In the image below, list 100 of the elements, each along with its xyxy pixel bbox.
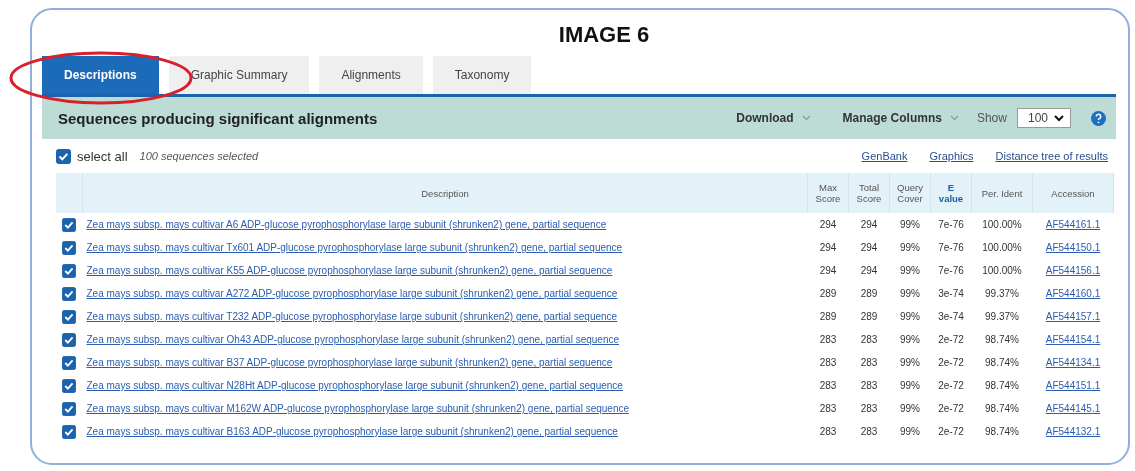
table-cell: 99% bbox=[889, 213, 931, 236]
section-heading: Sequences producing significant alignments bbox=[58, 109, 378, 127]
column-header[interactable]: E value bbox=[930, 173, 972, 213]
table-cell-text: 283 bbox=[859, 425, 879, 439]
table-cell-text: 283 bbox=[818, 425, 838, 439]
table-cell-text: 289 bbox=[818, 287, 838, 301]
table-cell-text: 7e-76 bbox=[937, 241, 965, 255]
table-cell: 100.00% bbox=[971, 213, 1033, 236]
help-icon[interactable] bbox=[1091, 110, 1106, 126]
chevron-icon bbox=[801, 115, 811, 121]
selection-count: 100 sequences selected bbox=[139, 150, 259, 162]
checkbox[interactable] bbox=[62, 378, 77, 393]
table-cell-text: 2e-72 bbox=[937, 425, 965, 439]
tab[interactable]: Alignments bbox=[319, 56, 423, 94]
checkbox[interactable] bbox=[62, 309, 77, 324]
table-cell-text: 283 bbox=[818, 333, 838, 347]
description-link[interactable]: Zea mays subsp. mays cultivar N28Ht ADP-glucose pyrophosphorylase large subunit (shrunken2) gene, partial sequence bbox=[86, 380, 623, 391]
download-menu[interactable]: Download bbox=[736, 111, 811, 125]
checkbox[interactable] bbox=[62, 332, 77, 347]
table-cell-text: 99% bbox=[899, 241, 921, 255]
column-header[interactable]: Accession bbox=[1032, 173, 1114, 213]
accession-link[interactable]: AF544161.1 bbox=[1045, 219, 1101, 230]
accession-link[interactable]: AF544154.1 bbox=[1045, 334, 1101, 345]
accession-link[interactable]: AF544145.1 bbox=[1045, 403, 1101, 414]
checkbox[interactable] bbox=[62, 240, 77, 255]
accession-link[interactable]: AF544160.1 bbox=[1045, 288, 1101, 299]
link[interactable]: Distance tree of results bbox=[995, 150, 1108, 162]
description-link[interactable]: Zea mays subsp. mays cultivar Oh43 ADP-glucose pyrophosphorylase large subunit (shrunken2) gene, partial sequence bbox=[86, 334, 619, 345]
checkbox[interactable] bbox=[62, 263, 77, 278]
table-cell: 7e-76 bbox=[930, 213, 972, 236]
table-cell-text: 98.74% bbox=[984, 402, 1020, 416]
tab[interactable]: Descriptions bbox=[42, 56, 159, 94]
accession-link[interactable]: AF544156.1 bbox=[1045, 265, 1101, 276]
checkbox[interactable] bbox=[56, 148, 71, 164]
table-cell-text: 3e-74 bbox=[937, 287, 965, 301]
table-cell-text: 283 bbox=[859, 333, 879, 347]
accession-link[interactable]: AF544150.1 bbox=[1045, 242, 1101, 253]
table-cell-text: 283 bbox=[818, 402, 838, 416]
description-link[interactable]: Zea mays subsp. mays cultivar A272 ADP-glucose pyrophosphorylase large subunit (shrunken2) gene, partial sequence bbox=[86, 288, 618, 299]
column-header[interactable]: Total Score bbox=[848, 173, 890, 213]
checkbox[interactable] bbox=[62, 217, 77, 232]
image-title: IMAGE 6 bbox=[557, 22, 651, 49]
table-cell-text: 294 bbox=[818, 264, 838, 278]
accession-link[interactable]: AF544157.1 bbox=[1045, 311, 1101, 322]
table-cell-text: 99% bbox=[899, 402, 921, 416]
accession-link[interactable]: AF544134.1 bbox=[1045, 357, 1101, 368]
table-cell-text: 98.74% bbox=[984, 333, 1020, 347]
table-cell-text: 289 bbox=[818, 310, 838, 324]
link[interactable]: Graphics bbox=[929, 150, 974, 162]
table-cell: 294 bbox=[848, 213, 890, 236]
table-cell-text: 98.74% bbox=[984, 379, 1020, 393]
table-cell-text: 98.74% bbox=[984, 356, 1020, 370]
checkbox[interactable] bbox=[62, 355, 77, 370]
table-cell-text: 99.37% bbox=[984, 287, 1020, 301]
table-cell-text: 289 bbox=[859, 310, 879, 324]
column-header[interactable]: Description bbox=[82, 173, 808, 213]
table-cell-text: 294 bbox=[818, 241, 838, 255]
table-cell-text: 283 bbox=[859, 356, 879, 370]
description-link[interactable]: Zea mays subsp. mays cultivar Tx601 ADP-glucose pyrophosphorylase large subunit (shrunken2) gene, partial sequence bbox=[86, 242, 623, 253]
chevron-icon bbox=[949, 115, 959, 121]
table-cell-text: 98.74% bbox=[984, 425, 1020, 439]
description-link[interactable]: Zea mays subsp. mays cultivar M162W ADP-glucose pyrophosphorylase large subunit (shrunken2) gene, partial sequence bbox=[86, 403, 629, 414]
tab[interactable]: Graphic Summary bbox=[168, 56, 310, 94]
table-cell-text: 99% bbox=[899, 264, 921, 278]
table-cell-text: 2e-72 bbox=[937, 356, 965, 370]
select-all-label: select all bbox=[77, 148, 128, 164]
description-link[interactable]: Zea mays subsp. mays cultivar B37 ADP-glucose pyrophosphorylase large subunit (shrunken2) gene, partial sequence bbox=[86, 357, 613, 368]
table-cell-text: 289 bbox=[859, 287, 879, 301]
table-cell-text: 2e-72 bbox=[937, 402, 965, 416]
table-cell-text: 2e-72 bbox=[937, 333, 965, 347]
table-cell-text: 99% bbox=[899, 379, 921, 393]
description-link[interactable]: Zea mays subsp. mays cultivar T232 ADP-glucose pyrophosphorylase large subunit (shrunken2) gene, partial sequence bbox=[86, 311, 618, 322]
table-cell-text: 294 bbox=[859, 241, 879, 255]
table-cell-text: 2e-72 bbox=[937, 379, 965, 393]
table-cell-text: 283 bbox=[818, 356, 838, 370]
checkbox[interactable] bbox=[62, 286, 77, 301]
checkbox[interactable] bbox=[62, 401, 77, 416]
table-cell-text: 294 bbox=[859, 264, 879, 278]
table-cell-text: 283 bbox=[818, 379, 838, 393]
page-size-select[interactable]: 100 bbox=[1016, 108, 1071, 128]
checkbox[interactable] bbox=[62, 424, 77, 439]
table-cell-text: 99% bbox=[899, 287, 921, 301]
tab[interactable]: Taxonomy bbox=[432, 56, 532, 94]
show-label: Show bbox=[976, 111, 1007, 125]
description-link[interactable]: Zea mays subsp. mays cultivar K55 ADP-glucose pyrophosphorylase large subunit (shrunken2) gene, partial sequence bbox=[86, 265, 613, 276]
description-link[interactable]: Zea mays subsp. mays cultivar A6 ADP-glucose pyrophosphorylase large subunit (shrunken2) gene, partial sequence bbox=[86, 219, 607, 230]
column-header[interactable]: Max Score bbox=[807, 173, 849, 213]
table-cell-text: 7e-76 bbox=[937, 264, 965, 278]
column-header[interactable]: Per. Ident bbox=[971, 173, 1033, 213]
table-cell-text: 3e-74 bbox=[937, 310, 965, 324]
column-header[interactable]: Query Cover bbox=[889, 173, 931, 213]
table-cell-text: 99% bbox=[899, 310, 921, 324]
table-cell-text: 283 bbox=[859, 402, 879, 416]
manage-columns-menu[interactable]: Manage Columns bbox=[842, 111, 959, 125]
description-link[interactable]: Zea mays subsp. mays cultivar B163 ADP-glucose pyrophosphorylase large subunit (shrunken2) gene, partial sequence bbox=[86, 426, 618, 437]
table-cell: 294 bbox=[807, 213, 849, 236]
table-cell-text: 283 bbox=[859, 379, 879, 393]
accession-link[interactable]: AF544132.1 bbox=[1045, 426, 1101, 437]
link[interactable]: GenBank bbox=[861, 150, 908, 162]
accession-link[interactable]: AF544151.1 bbox=[1045, 380, 1101, 391]
